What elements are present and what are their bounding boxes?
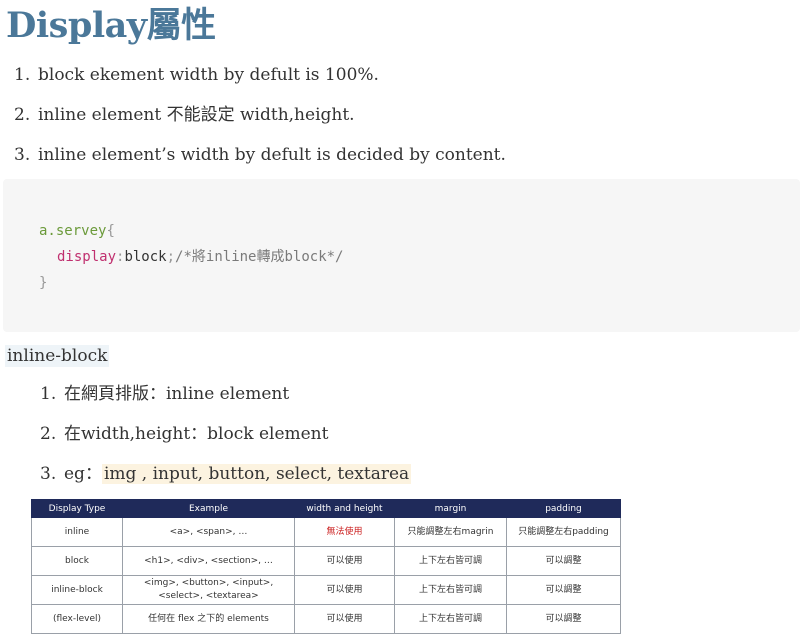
inline-block-heading: inline-block [5, 345, 110, 367]
code-line-selector: a.servey{ [39, 222, 115, 240]
cell-display-type: inline [31, 517, 123, 547]
cell-margin: 上下左右皆可調 [394, 604, 507, 634]
cell-width-height: 可以使用 [294, 546, 395, 576]
display-notes-list: 1. block ekement width by defult is 100%.… [14, 62, 506, 182]
open-brace: { [106, 223, 115, 239]
cell-padding: 可以調整 [506, 575, 621, 605]
list-text: 在width,height：block element [64, 424, 329, 444]
css-property: display [57, 249, 117, 265]
cell-padding: 可以調整 [506, 604, 621, 634]
semicolon: ; [166, 249, 176, 265]
cell-width-height: 可以使用 [294, 575, 395, 605]
cell-display-type: (flex-level) [31, 604, 123, 634]
table-row: inline-block <img>, <button>, <input>, <s… [31, 575, 621, 605]
list-text: 在網頁排版：inline element [64, 384, 290, 404]
header-display-type: Display Type [31, 499, 123, 518]
table-row: (flex-level) 任何在 flex 之下的 elements 可以使用 … [31, 604, 621, 634]
list-item: 2. inline element 不能設定 width,height. [14, 102, 506, 142]
css-comment: /*將inline轉成block*/ [175, 249, 344, 265]
close-brace: } [39, 275, 48, 291]
list-item: 3. inline element’s width by defult is de… [14, 142, 506, 182]
cell-padding: 可以調整 [506, 546, 621, 576]
table-header-row: Display Type Example width and height ma… [31, 499, 621, 518]
cell-example-line-1: <img>, <button>, <input>, [143, 578, 274, 588]
cell-example: <img>, <button>, <input>, <select>, <text… [122, 575, 295, 605]
cell-example-line-2: <select>, <textarea> [158, 591, 259, 601]
code-line-close: } [39, 274, 47, 292]
cell-example: <h1>, <div>, <section>, … [122, 546, 295, 576]
page-title: Display屬性 [6, 5, 216, 46]
list-number: 1. [14, 65, 31, 85]
list-number: 1. [40, 384, 57, 404]
list-item: 1. block ekement width by defult is 100%. [14, 62, 506, 102]
css-value: block [124, 249, 167, 265]
table-row: inline <a>, <span>, … 無法使用 只能調整左右magrin … [31, 517, 621, 547]
list-number: 3. [40, 464, 57, 484]
cell-display-type: block [31, 546, 123, 576]
cell-example: <a>, <span>, … [122, 517, 295, 547]
code-block: a.servey{ display:block;/*將inline轉成block… [3, 179, 800, 332]
cell-width-height: 無法使用 [294, 517, 395, 547]
cell-width-height: 可以使用 [294, 604, 395, 634]
cell-display-type: inline-block [31, 575, 123, 605]
cell-margin: 上下左右皆可調 [394, 546, 507, 576]
list-item: 1. 在網頁排版：inline element [40, 381, 411, 421]
cell-margin: 只能調整左右magrin [394, 517, 507, 547]
inline-block-list: 1. 在網頁排版：inline element 2. 在width,height：b… [40, 381, 412, 501]
highlighted-elements: img , input, button, select, textarea [101, 464, 412, 484]
list-item: 2. 在width,height：block element [40, 421, 411, 461]
cell-padding: 只能調整左右padding [506, 517, 621, 547]
display-type-table: Display Type Example width and height ma… [31, 499, 621, 634]
header-example: Example [122, 499, 295, 518]
table-row: block <h1>, <div>, <section>, … 可以使用 上下左… [31, 546, 621, 576]
list-text: inline element’s width by defult is deci… [38, 145, 506, 165]
header-padding: padding [506, 499, 621, 518]
header-margin: margin [394, 499, 507, 518]
header-width-height: width and height [294, 499, 395, 518]
list-text: block ekement width by defult is 100%. [38, 65, 379, 85]
list-number: 2. [40, 424, 57, 444]
cell-example: 任何在 flex 之下的 elements [122, 604, 295, 634]
list-number: 3. [14, 145, 31, 165]
code-line-declaration: display:block;/*將inline轉成block*/ [57, 248, 343, 266]
cell-margin: 上下左右皆可調 [394, 575, 507, 605]
list-item: 3. eg： img , input, button, select, textar… [40, 461, 412, 501]
css-selector: a.servey [39, 223, 107, 239]
list-text: inline element 不能設定 width,height. [38, 105, 355, 125]
list-prefix: eg： [64, 464, 102, 484]
list-number: 2. [14, 105, 31, 125]
